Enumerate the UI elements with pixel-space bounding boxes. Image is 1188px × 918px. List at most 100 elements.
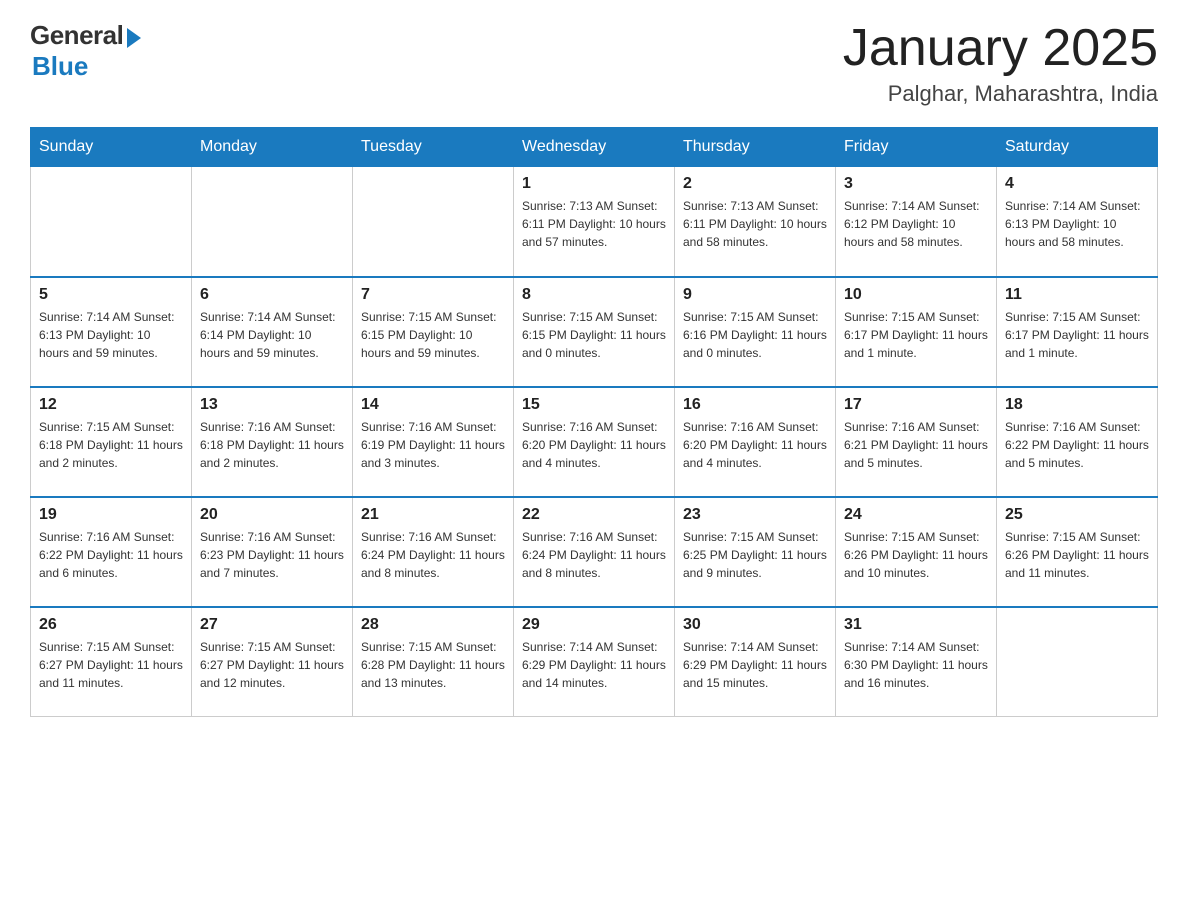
- day-info-9: Sunrise: 7:15 AM Sunset: 6:16 PM Dayligh…: [683, 308, 827, 362]
- table-row: 20 Sunrise: 7:16 AM Sunset: 6:23 PM Dayli…: [192, 497, 353, 607]
- weekday-header-saturday: Saturday: [997, 128, 1158, 167]
- calendar-table: SundayMondayTuesdayWednesdayThursdayFrid…: [30, 127, 1158, 717]
- day-info-5: Sunrise: 7:14 AM Sunset: 6:13 PM Dayligh…: [39, 308, 183, 362]
- day-number-15: 15: [522, 396, 666, 414]
- table-row: 3 Sunrise: 7:14 AM Sunset: 6:12 PM Daylig…: [836, 167, 997, 277]
- day-number-8: 8: [522, 286, 666, 304]
- day-info-23: Sunrise: 7:15 AM Sunset: 6:25 PM Dayligh…: [683, 528, 827, 582]
- day-info-8: Sunrise: 7:15 AM Sunset: 6:15 PM Dayligh…: [522, 308, 666, 362]
- table-row: 30 Sunrise: 7:14 AM Sunset: 6:29 PM Dayli…: [675, 607, 836, 717]
- calendar-body: 1 Sunrise: 7:13 AM Sunset: 6:11 PM Daylig…: [31, 167, 1158, 717]
- day-number-18: 18: [1005, 396, 1149, 414]
- day-number-25: 25: [1005, 506, 1149, 524]
- calendar-week-1: 1 Sunrise: 7:13 AM Sunset: 6:11 PM Daylig…: [31, 167, 1158, 277]
- day-info-17: Sunrise: 7:16 AM Sunset: 6:21 PM Dayligh…: [844, 418, 988, 472]
- title-block: January 2025 Palghar, Maharashtra, India: [843, 20, 1158, 107]
- day-info-29: Sunrise: 7:14 AM Sunset: 6:29 PM Dayligh…: [522, 638, 666, 692]
- table-row: 27Sunrise: 7:15 AM Sunset: 6:27 PM Dayli…: [192, 607, 353, 717]
- weekday-header-row: SundayMondayTuesdayWednesdayThursdayFrid…: [31, 128, 1158, 167]
- day-number-26: 26: [39, 616, 183, 634]
- table-row: 10 Sunrise: 7:15 AM Sunset: 6:17 PM Dayli…: [836, 277, 997, 387]
- weekday-header-tuesday: Tuesday: [353, 128, 514, 167]
- day-number-4: 4: [1005, 175, 1149, 193]
- calendar-week-5: 26 Sunrise: 7:15 AM Sunset: 6:27 PM Dayli…: [31, 607, 1158, 717]
- day-number-30: 30: [683, 616, 827, 634]
- day-number-9: 9: [683, 286, 827, 304]
- day-info-22: Sunrise: 7:16 AM Sunset: 6:24 PM Dayligh…: [522, 528, 666, 582]
- table-row: 9 Sunrise: 7:15 AM Sunset: 6:16 PM Daylig…: [675, 277, 836, 387]
- day-info-15: Sunrise: 7:16 AM Sunset: 6:20 PM Dayligh…: [522, 418, 666, 472]
- table-row: 18 Sunrise: 7:16 AM Sunset: 6:22 PM Dayli…: [997, 387, 1158, 497]
- logo-arrow-icon: [127, 28, 141, 48]
- table-row: 2Sunrise: 7:13 AM Sunset: 6:11 PM Daylig…: [675, 167, 836, 277]
- table-row: 7 Sunrise: 7:15 AM Sunset: 6:15 PM Daylig…: [353, 277, 514, 387]
- table-row: 28 Sunrise: 7:15 AM Sunset: 6:28 PM Dayli…: [353, 607, 514, 717]
- table-row: 25 Sunrise: 7:15 AM Sunset: 6:26 PM Dayli…: [997, 497, 1158, 607]
- day-info-4: Sunrise: 7:14 AM Sunset: 6:13 PM Dayligh…: [1005, 197, 1149, 251]
- logo: General Blue: [30, 20, 141, 82]
- day-info-1: Sunrise: 7:13 AM Sunset: 6:11 PM Dayligh…: [522, 197, 666, 251]
- day-number-11: 11: [1005, 286, 1149, 304]
- day-info-30: Sunrise: 7:14 AM Sunset: 6:29 PM Dayligh…: [683, 638, 827, 692]
- day-number-23: 23: [683, 506, 827, 524]
- table-row: 13Sunrise: 7:16 AM Sunset: 6:18 PM Dayli…: [192, 387, 353, 497]
- location-title: Palghar, Maharashtra, India: [843, 81, 1158, 107]
- table-row: [997, 607, 1158, 717]
- table-row: 22 Sunrise: 7:16 AM Sunset: 6:24 PM Dayli…: [514, 497, 675, 607]
- table-row: 17 Sunrise: 7:16 AM Sunset: 6:21 PM Dayli…: [836, 387, 997, 497]
- logo-general-text: General: [30, 20, 123, 51]
- weekday-header-monday: Monday: [192, 128, 353, 167]
- day-number-21: 21: [361, 506, 505, 524]
- day-info-26: Sunrise: 7:15 AM Sunset: 6:27 PM Dayligh…: [39, 638, 183, 692]
- day-info-21: Sunrise: 7:16 AM Sunset: 6:24 PM Dayligh…: [361, 528, 505, 582]
- page-header: General Blue January 2025 Palghar, Mahar…: [30, 20, 1158, 107]
- day-number-10: 10: [844, 286, 988, 304]
- table-row: 15 Sunrise: 7:16 AM Sunset: 6:20 PM Dayli…: [514, 387, 675, 497]
- day-number-2: 2: [683, 175, 827, 193]
- day-info-10: Sunrise: 7:15 AM Sunset: 6:17 PM Dayligh…: [844, 308, 988, 362]
- day-info-19: Sunrise: 7:16 AM Sunset: 6:22 PM Dayligh…: [39, 528, 183, 582]
- table-row: 19Sunrise: 7:16 AM Sunset: 6:22 PM Dayli…: [31, 497, 192, 607]
- weekday-header-friday: Friday: [836, 128, 997, 167]
- day-number-20: 20: [200, 506, 344, 524]
- day-info-28: Sunrise: 7:15 AM Sunset: 6:28 PM Dayligh…: [361, 638, 505, 692]
- calendar-week-3: 12 Sunrise: 7:15 AM Sunset: 6:18 PM Dayli…: [31, 387, 1158, 497]
- day-info-12: Sunrise: 7:15 AM Sunset: 6:18 PM Dayligh…: [39, 418, 183, 472]
- day-number-22: 22: [522, 506, 666, 524]
- day-info-18: Sunrise: 7:16 AM Sunset: 6:22 PM Dayligh…: [1005, 418, 1149, 472]
- day-info-7: Sunrise: 7:15 AM Sunset: 6:15 PM Dayligh…: [361, 308, 505, 362]
- weekday-header-sunday: Sunday: [31, 128, 192, 167]
- day-number-16: 16: [683, 396, 827, 414]
- table-row: 6 Sunrise: 7:14 AM Sunset: 6:14 PM Daylig…: [192, 277, 353, 387]
- day-number-6: 6: [200, 286, 344, 304]
- day-number-24: 24: [844, 506, 988, 524]
- day-info-24: Sunrise: 7:15 AM Sunset: 6:26 PM Dayligh…: [844, 528, 988, 582]
- day-number-28: 28: [361, 616, 505, 634]
- day-info-20: Sunrise: 7:16 AM Sunset: 6:23 PM Dayligh…: [200, 528, 344, 582]
- table-row: 21 Sunrise: 7:16 AM Sunset: 6:24 PM Dayli…: [353, 497, 514, 607]
- table-row: 31 Sunrise: 7:14 AM Sunset: 6:30 PM Dayli…: [836, 607, 997, 717]
- calendar-week-2: 5Sunrise: 7:14 AM Sunset: 6:13 PM Daylig…: [31, 277, 1158, 387]
- day-number-29: 29: [522, 616, 666, 634]
- day-info-25: Sunrise: 7:15 AM Sunset: 6:26 PM Dayligh…: [1005, 528, 1149, 582]
- table-row: 26 Sunrise: 7:15 AM Sunset: 6:27 PM Dayli…: [31, 607, 192, 717]
- table-row: 29 Sunrise: 7:14 AM Sunset: 6:29 PM Dayli…: [514, 607, 675, 717]
- table-row: 12 Sunrise: 7:15 AM Sunset: 6:18 PM Dayli…: [31, 387, 192, 497]
- day-number-1: 1: [522, 175, 666, 193]
- day-info-6: Sunrise: 7:14 AM Sunset: 6:14 PM Dayligh…: [200, 308, 344, 362]
- day-info-3: Sunrise: 7:14 AM Sunset: 6:12 PM Dayligh…: [844, 197, 988, 251]
- table-row: 5Sunrise: 7:14 AM Sunset: 6:13 PM Daylig…: [31, 277, 192, 387]
- day-number-31: 31: [844, 616, 988, 634]
- day-number-12: 12: [39, 396, 183, 414]
- day-number-7: 7: [361, 286, 505, 304]
- table-row: 24 Sunrise: 7:15 AM Sunset: 6:26 PM Dayli…: [836, 497, 997, 607]
- weekday-header-thursday: Thursday: [675, 128, 836, 167]
- day-info-31: Sunrise: 7:14 AM Sunset: 6:30 PM Dayligh…: [844, 638, 988, 692]
- table-row: 23 Sunrise: 7:15 AM Sunset: 6:25 PM Dayli…: [675, 497, 836, 607]
- day-number-17: 17: [844, 396, 988, 414]
- day-number-3: 3: [844, 175, 988, 193]
- table-row: 14Sunrise: 7:16 AM Sunset: 6:19 PM Dayli…: [353, 387, 514, 497]
- table-row: 16Sunrise: 7:16 AM Sunset: 6:20 PM Dayli…: [675, 387, 836, 497]
- table-row: 4 Sunrise: 7:14 AM Sunset: 6:13 PM Daylig…: [997, 167, 1158, 277]
- calendar-header: SundayMondayTuesdayWednesdayThursdayFrid…: [31, 128, 1158, 167]
